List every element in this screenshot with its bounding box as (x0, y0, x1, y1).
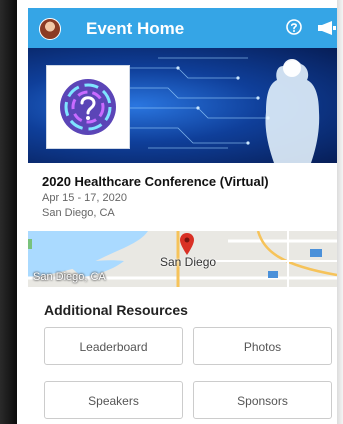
event-name: 2020 Healthcare Conference (Virtual) (42, 174, 269, 189)
event-location: San Diego, CA (42, 207, 115, 219)
avatar[interactable] (39, 18, 61, 40)
megaphone-icon[interactable] (317, 20, 337, 36)
resources-title: Additional Resources (44, 302, 188, 318)
event-dates: Apr 15 - 17, 2020 (42, 192, 128, 204)
speakers-button[interactable]: Speakers (44, 381, 183, 419)
event-map[interactable]: San Diego San Diego, CA (28, 231, 337, 287)
event-banner (28, 48, 337, 163)
map-area-label: San Diego, CA (33, 271, 106, 283)
leaderboard-button[interactable]: Leaderboard (44, 327, 183, 365)
top-bar: Event Home (28, 8, 337, 48)
sponsors-button[interactable]: Sponsors (193, 381, 332, 419)
device-frame-left (0, 0, 17, 424)
device-frame-right (337, 0, 343, 424)
app-screen: Event Home 2020 Healthcare Conference (V… (28, 0, 337, 424)
map-pin-icon (180, 233, 194, 255)
event-info: 2020 Healthcare Conference (Virtual) Apr… (42, 174, 332, 219)
event-logo (46, 65, 130, 149)
help-circle-icon[interactable] (286, 19, 302, 35)
map-city-label: San Diego (160, 255, 217, 269)
page-title: Event Home (86, 19, 185, 38)
photos-button[interactable]: Photos (193, 327, 332, 365)
